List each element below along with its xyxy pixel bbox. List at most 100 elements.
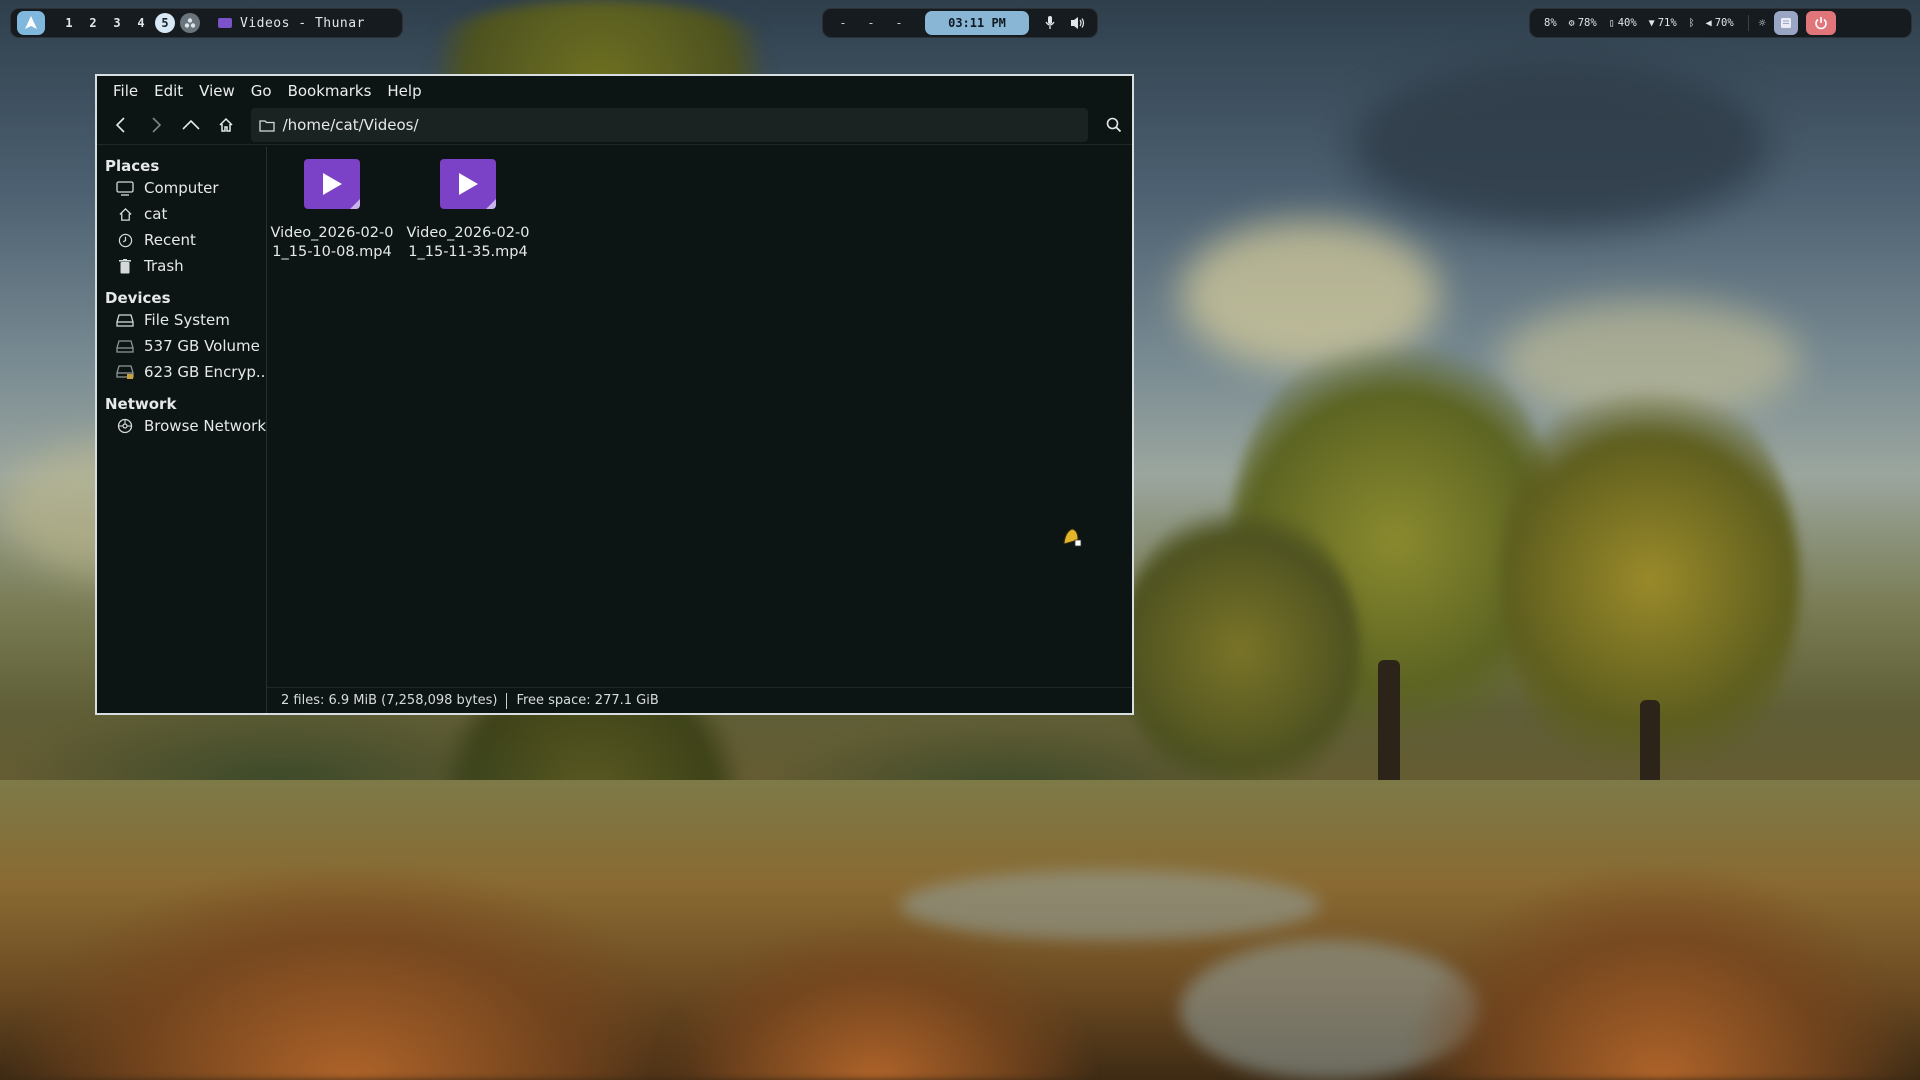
workspace-2[interactable]: 2 (81, 12, 105, 34)
menu-help[interactable]: Help (379, 82, 429, 100)
file-item[interactable]: Video_2026-02-01_15-11-35.mp4 (403, 159, 533, 262)
menu-bookmarks[interactable]: Bookmarks (280, 82, 380, 100)
storage-icon: ▯ (1608, 17, 1615, 29)
menu-file[interactable]: File (105, 82, 146, 100)
sidebar-item-encrypted-volume[interactable]: 623 GB Encryp... (97, 359, 266, 385)
sidebar-item-recent[interactable]: Recent (97, 227, 266, 253)
bluetooth-status[interactable]: ᛒ (1689, 18, 1698, 29)
home-button[interactable] (210, 110, 242, 140)
network-heading: Network (105, 395, 177, 413)
mouse-cursor-icon (1063, 528, 1082, 547)
bluetooth-icon: ᛒ (1688, 17, 1695, 29)
cpu-usage[interactable]: 8% (1544, 17, 1557, 29)
volume-status[interactable]: ◀ 70% (1706, 17, 1734, 29)
file-name: Video_2026-02-01_15-11-35.mp4 (406, 225, 530, 260)
workspace-3[interactable]: 3 (105, 12, 129, 34)
file-view[interactable]: Video_2026-02-01_15-10-08.mp4 Video_2026… (267, 147, 1132, 688)
video-file-icon (304, 159, 360, 209)
app-dock-icon[interactable] (180, 13, 200, 33)
workspace-4[interactable]: 4 (129, 12, 153, 34)
chevron-right-icon (152, 117, 161, 133)
night-light-icon[interactable]: ☼ (1759, 16, 1766, 30)
sidebar-item-label: 537 GB Volume (144, 337, 260, 355)
drive-icon (116, 337, 134, 355)
volume-icon: ◀ (1705, 17, 1712, 29)
folder-icon (258, 119, 275, 132)
menu-view[interactable]: View (191, 82, 243, 100)
search-icon (1106, 117, 1122, 133)
microphone-icon[interactable] (1043, 16, 1057, 30)
sidebar-item-label: Trash (144, 257, 184, 275)
wifi-icon: ▼ (1648, 17, 1655, 29)
status-separator (506, 692, 508, 709)
volume-value: 70% (1714, 17, 1734, 29)
toolbar: /home/cat/Videos/ (97, 106, 1132, 144)
devices-heading: Devices (105, 289, 171, 307)
power-icon[interactable] (1805, 11, 1836, 35)
places-heading: Places (105, 157, 160, 175)
system-tray: 8% ⚙ 78% ▯ 40% ▼ 71% ᛒ ◀ 70% ☼ (1529, 8, 1912, 38)
back-button[interactable] (105, 110, 137, 140)
file-name: Video_2026-02-01_15-10-08.mp4 (270, 225, 394, 260)
computer-icon (116, 179, 134, 197)
menu-bar: File Edit View Go Bookmarks Help (97, 76, 1132, 106)
media-placeholder: - (895, 16, 903, 30)
drive-icon (116, 311, 134, 329)
active-window-title-text: Videos - Thunar (240, 15, 365, 31)
workspace-panel: 1 2 3 4 5 Videos - Thunar (10, 8, 403, 38)
sidebar-item-label: Recent (144, 231, 196, 249)
notification-icon[interactable] (1773, 11, 1798, 35)
video-file-icon (440, 159, 496, 209)
sidebar-item-trash[interactable]: Trash (97, 253, 266, 279)
status-bar: 2 files: 6.9 MiB (7,258,098 bytes) Free … (267, 687, 1132, 713)
memory-value: 78% (1577, 17, 1597, 29)
chevron-left-icon (115, 117, 125, 133)
storage-usage[interactable]: ▯ 40% (1609, 17, 1637, 29)
trash-icon (116, 257, 134, 275)
sidebar-item-label: Browse Network (144, 417, 266, 435)
window-body: Places Computer cat Recent Trash Devices… (97, 147, 1132, 713)
workspace-1[interactable]: 1 (57, 12, 81, 34)
menu-edit[interactable]: Edit (146, 82, 191, 100)
center-panel: - - - 03:11 PM (822, 8, 1098, 38)
parent-folder-button[interactable] (175, 110, 207, 140)
storage-value: 40% (1617, 17, 1637, 29)
network-icon (116, 417, 134, 435)
wifi-value: 71% (1657, 17, 1677, 29)
sidebar-item-label: File System (144, 311, 230, 329)
memory-icon: ⚙ (1568, 17, 1575, 29)
menu-go[interactable]: Go (243, 82, 280, 100)
forward-button[interactable] (140, 110, 172, 140)
sidebar-item-volume[interactable]: 537 GB Volume (97, 333, 266, 359)
media-placeholder: - (867, 16, 875, 30)
location-path: /home/cat/Videos/ (282, 116, 419, 134)
sidebar-item-computer[interactable]: Computer (97, 175, 266, 201)
folder-icon (218, 18, 232, 28)
search-button[interactable] (1096, 108, 1132, 142)
file-manager-window: File Edit View Go Bookmarks Help /home/c… (95, 74, 1134, 715)
wifi-status[interactable]: ▼ 71% (1649, 17, 1677, 29)
sidebar-item-home[interactable]: cat (97, 201, 266, 227)
speaker-icon[interactable] (1071, 16, 1085, 30)
status-free-space: Free space: 277.1 GiB (516, 693, 659, 708)
media-placeholder: - (839, 16, 847, 30)
sidebar-item-label: Computer (144, 179, 219, 197)
location-bar[interactable]: /home/cat/Videos/ (250, 108, 1089, 142)
sidebar-item-label: cat (144, 205, 168, 223)
active-window-title[interactable]: Videos - Thunar (218, 16, 365, 31)
clock[interactable]: 03:11 PM (925, 11, 1029, 35)
sidebar-item-browse-network[interactable]: Browse Network (97, 413, 266, 439)
memory-usage[interactable]: ⚙ 78% (1569, 17, 1597, 29)
workspace-5[interactable]: 5 (155, 13, 175, 33)
clock-icon (116, 231, 134, 249)
file-item[interactable]: Video_2026-02-01_15-10-08.mp4 (267, 159, 397, 262)
status-files-summary: 2 files: 6.9 MiB (7,258,098 bytes) (281, 693, 498, 708)
tray-separator (1747, 15, 1749, 31)
sidebar-item-label: 623 GB Encryp... (144, 363, 266, 381)
home-icon (219, 117, 233, 132)
cpu-value: 8% (1544, 17, 1557, 29)
arch-launcher-icon[interactable] (17, 11, 45, 35)
sidebar-item-file-system[interactable]: File System (97, 307, 266, 333)
chevron-up-icon (182, 119, 200, 130)
encrypted-drive-icon (116, 363, 134, 381)
